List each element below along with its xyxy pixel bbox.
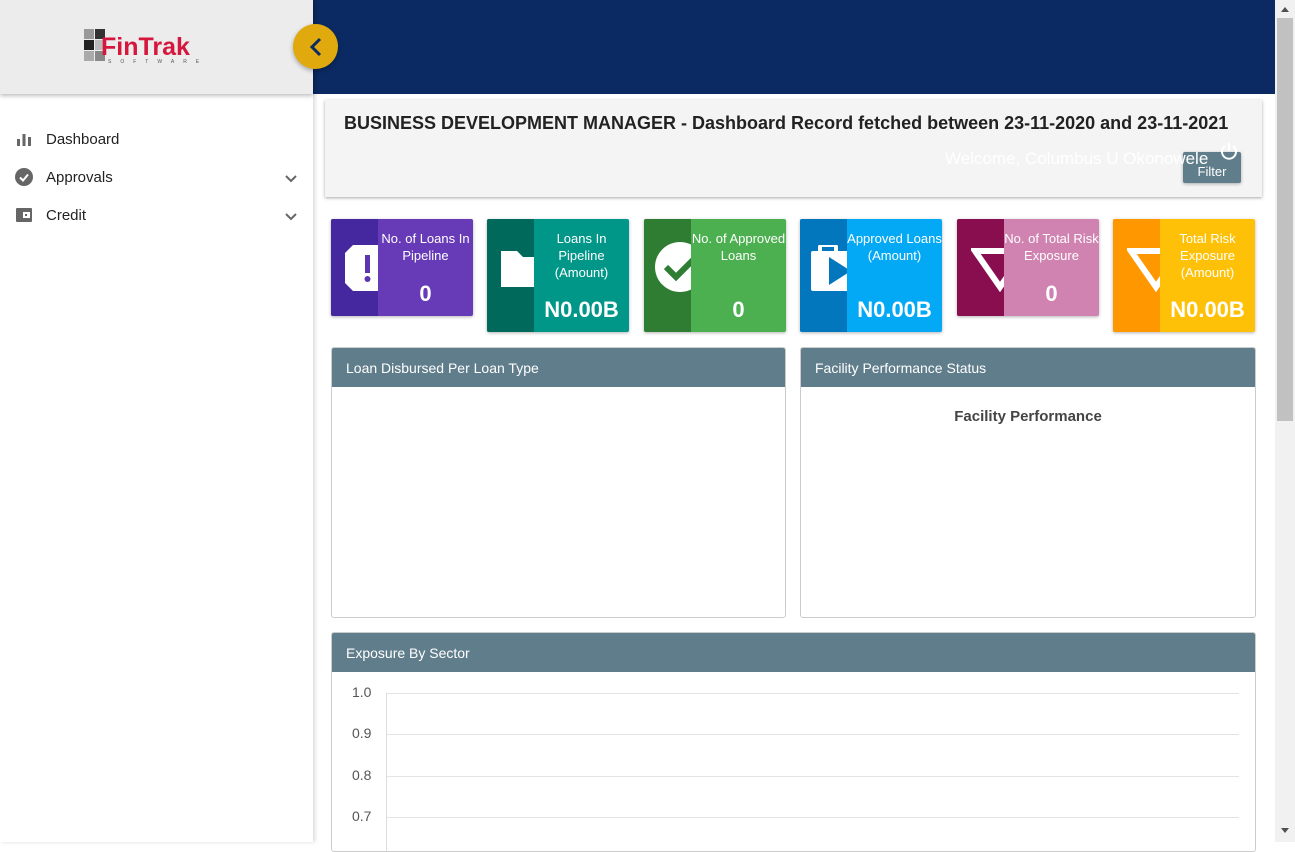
sidebar-item-label: Dashboard: [46, 130, 120, 148]
y-tick-label: 0.8: [352, 766, 372, 783]
check-circle-icon: [15, 168, 33, 186]
stat-card-label: Loans In Pipeline (Amount): [554, 231, 609, 280]
scrollbar-thumb[interactable]: [1277, 18, 1293, 421]
triangle-down-icon: [1113, 219, 1160, 332]
sidebar-item-credit[interactable]: Credit: [0, 196, 313, 234]
panel-header: Exposure By Sector: [332, 633, 1255, 672]
wallet-icon: [16, 208, 32, 222]
stat-card-value: N0.00B: [544, 297, 619, 322]
chevron-left-icon: [309, 37, 321, 56]
sidebar: FinTrak SOFTWARE Dashboard Approvals Cre…: [0, 0, 313, 842]
sidebar-item-label: Credit: [46, 206, 87, 224]
y-axis-line: [386, 693, 387, 851]
stat-card[interactable]: Total Risk Exposure (Amount) N0.00B: [1113, 219, 1255, 332]
sidebar-item-label: Approvals: [46, 168, 113, 186]
chevron-down-icon[interactable]: [284, 172, 298, 186]
stat-card-label: No. of Approved Loans: [691, 231, 786, 263]
briefcase-play-icon: [800, 219, 847, 332]
stat-card-value: N0.00B: [1170, 297, 1245, 322]
top-header-bar: [313, 0, 1275, 94]
gridline: [387, 817, 1239, 819]
logo-area: FinTrak SOFTWARE: [0, 0, 313, 94]
stat-card-label: No. of Total Risk Exposure: [1004, 231, 1099, 263]
bar-chart-icon: [17, 134, 31, 146]
gridline: [387, 775, 1239, 777]
dashboard-header-card: BUSINESS DEVELOPMENT MANAGER - Dashboard…: [325, 100, 1262, 197]
stat-card[interactable]: Approved Loans (Amount) N0.00B: [800, 219, 942, 332]
stat-card-label: Approved Loans (Amount): [847, 231, 942, 263]
gridline: [387, 693, 1239, 694]
stat-card-label: Total Risk Exposure (Amount): [1179, 231, 1236, 280]
stat-card-value: N0.00B: [857, 297, 932, 322]
gridline: [387, 734, 1239, 736]
page-title: BUSINESS DEVELOPMENT MANAGER - Dashboard…: [344, 113, 1229, 133]
fintrak-logo: FinTrak SOFTWARE: [84, 27, 214, 67]
stat-card[interactable]: No. of Loans In Pipeline 0: [331, 219, 473, 316]
stat-card-value: 0: [1045, 281, 1058, 306]
scrollbar[interactable]: [1275, 0, 1295, 842]
facility-performance-panel: Facility Performance Status Facility Per…: [800, 347, 1256, 618]
chart-title: Facility Performance: [954, 408, 1102, 425]
y-tick-label: 0.9: [352, 725, 372, 742]
loan-disbursed-panel: Loan Disbursed Per Loan Type: [331, 347, 786, 618]
stat-card[interactable]: No. of Approved Loans 0: [644, 219, 786, 332]
folder-icon: [487, 219, 534, 332]
sidebar-toggle-button[interactable]: [293, 24, 338, 69]
panel-header: Facility Performance Status: [801, 348, 1255, 387]
power-icon[interactable]: [1220, 142, 1238, 160]
stat-card-value: 0: [419, 281, 432, 306]
exposure-chart: 1.0 0.9 0.8 0.7: [332, 673, 1255, 851]
panel-header: Loan Disbursed Per Loan Type: [332, 348, 785, 387]
chevron-down-icon[interactable]: [284, 210, 298, 224]
triangle-down-icon: [957, 219, 1004, 316]
stat-card-value: 0: [732, 297, 745, 322]
exposure-by-sector-panel: Exposure By Sector 1.0 0.9 0.8 0.7: [331, 632, 1256, 852]
y-tick-label: 0.7: [352, 808, 372, 825]
welcome-text: Welcome, Columbus U Okonowele: [945, 149, 1209, 168]
sidebar-item-approvals[interactable]: Approvals: [0, 158, 313, 196]
logo-subtext: SOFTWARE: [108, 59, 209, 65]
stat-card[interactable]: No. of Total Risk Exposure 0: [957, 219, 1099, 316]
sidebar-nav: Dashboard Approvals Credit: [0, 120, 313, 234]
logo-text: FinTrak: [101, 33, 190, 61]
stat-card[interactable]: Loans In Pipeline (Amount) N0.00B: [487, 219, 629, 332]
sidebar-item-dashboard[interactable]: Dashboard: [0, 120, 313, 158]
y-tick-label: 1.0: [352, 684, 372, 700]
check-circle-icon: [644, 219, 691, 332]
stat-card-label: No. of Loans In Pipeline: [381, 231, 470, 263]
alert-tag-icon: [331, 219, 378, 316]
